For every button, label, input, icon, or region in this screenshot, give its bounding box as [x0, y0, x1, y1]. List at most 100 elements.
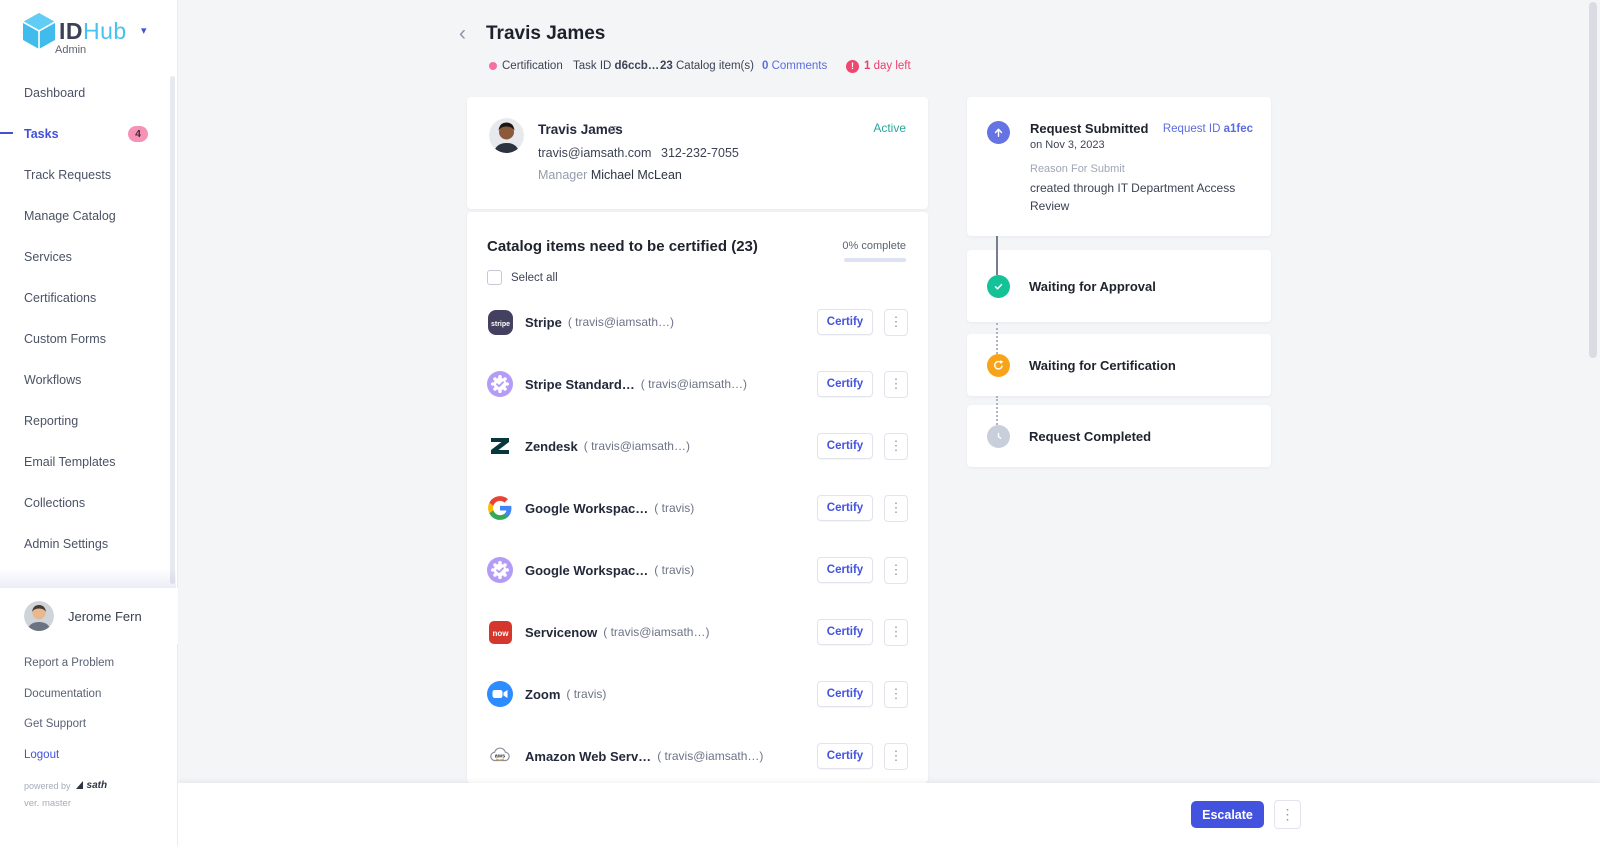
timeline-connector-dotted [996, 323, 998, 354]
sath-logo: sath [76, 780, 108, 791]
step-request-completed: Request Completed [967, 405, 1271, 467]
certify-button[interactable]: Certify [817, 309, 873, 335]
catalog-item-list: stripe Stripe ( travis@iamsath…) Certify… [467, 291, 928, 787]
user-department: IT [609, 125, 618, 136]
timeline-connector-dotted [996, 396, 998, 425]
catalog-row-stripe-entitlement: Stripe Standard… ( travis@iamsath…) Cert… [467, 353, 928, 415]
comments-link[interactable]: 0 Comments [762, 58, 827, 74]
row-kebab-menu[interactable]: ⋮ [884, 309, 908, 336]
catalog-row-zendesk: Zendesk ( travis@iamsath…) Certify ⋮ [467, 415, 928, 477]
request-submitted-icon [987, 121, 1010, 144]
google-icon [487, 495, 513, 521]
avatar [489, 118, 524, 153]
certify-button[interactable]: Certify [817, 495, 873, 521]
catalog-row-aws: aws Amazon Web Serv… ( travis@iamsath…) … [467, 725, 928, 787]
stripe-icon: stripe [487, 309, 513, 335]
entitlement-badge-icon [487, 371, 513, 397]
sidebar-item-collections[interactable]: Collections [0, 482, 178, 523]
row-kebab-menu[interactable]: ⋮ [884, 743, 908, 770]
certify-button[interactable]: Certify [817, 681, 873, 707]
active-item-indicator [0, 132, 13, 134]
due-date-badge: ! 1 day left [846, 58, 911, 74]
user-summary-card: Travis James IT travis@iamsath.com 312-2… [467, 97, 928, 209]
progress-label: 0% complete [842, 240, 906, 252]
sidebar-item-dashboard[interactable]: Dashboard [0, 72, 178, 113]
zoom-icon [487, 681, 513, 707]
sidebar: IDHub ▾ Admin Dashboard Tasks4 Track Req… [0, 0, 178, 846]
more-actions-kebab[interactable]: ⋮ [1274, 800, 1301, 829]
progress-bar [844, 258, 906, 262]
version-label: ver. master [24, 798, 71, 809]
task-type-tag: Certification [489, 58, 563, 74]
alert-icon: ! [846, 60, 859, 73]
sidebar-item-custom-forms[interactable]: Custom Forms [0, 318, 178, 359]
user-email: travis@iamsath.com [538, 146, 651, 160]
sidebar-item-certifications[interactable]: Certifications [0, 277, 178, 318]
step-date: on Nov 3, 2023 [1030, 139, 1105, 151]
certify-button[interactable]: Certify [817, 557, 873, 583]
select-all-checkbox[interactable] [487, 270, 502, 285]
certify-button[interactable]: Certify [817, 433, 873, 459]
sidebar-item-admin-settings[interactable]: Admin Settings [0, 523, 178, 564]
sidebar-item-services[interactable]: Services [0, 236, 178, 277]
svg-text:now: now [492, 629, 509, 638]
brand-subtitle: Admin [55, 44, 86, 56]
entitlement-badge-icon [487, 557, 513, 583]
row-kebab-menu[interactable]: ⋮ [884, 681, 908, 708]
zendesk-icon [487, 433, 513, 459]
sidebar-divider-shadow [0, 568, 176, 588]
catalog-row-stripe: stripe Stripe ( travis@iamsath…) Certify… [467, 291, 928, 353]
certify-button[interactable]: Certify [817, 743, 873, 769]
chevron-down-icon[interactable]: ▾ [141, 24, 147, 37]
request-id-link[interactable]: Request ID a1fec [1163, 123, 1253, 135]
step-waiting-for-certification: Waiting for Certification [967, 334, 1271, 396]
documentation-link[interactable]: Documentation [0, 679, 178, 710]
user-phone: 312-232-7055 [661, 146, 739, 160]
step-waiting-for-approval: Waiting for Approval [967, 250, 1271, 322]
page-scrollbar[interactable] [1589, 2, 1597, 358]
brand-name: IDHub [59, 18, 127, 45]
escalate-button[interactable]: Escalate [1191, 801, 1264, 828]
get-support-link[interactable]: Get Support [0, 709, 178, 740]
task-id: Task ID d6ccb… [573, 58, 659, 74]
user-manager: Manager Michael McLean [538, 168, 682, 182]
svg-text:stripe: stripe [490, 321, 509, 328]
certify-button[interactable]: Certify [817, 619, 873, 645]
reason-label: Reason For Submit [1030, 163, 1125, 175]
check-circle-icon [987, 275, 1010, 298]
row-kebab-menu[interactable]: ⋮ [884, 433, 908, 460]
select-all[interactable]: Select all [487, 270, 558, 285]
sidebar-item-track-requests[interactable]: Track Requests [0, 154, 178, 195]
reason-text: created through IT Department Access Rev… [1030, 179, 1245, 215]
sidebar-item-email-templates[interactable]: Email Templates [0, 441, 178, 482]
servicenow-icon: now [487, 619, 513, 645]
action-bar: Escalate ⋮ [178, 783, 1600, 846]
tasks-count-badge: 4 [128, 126, 148, 142]
certification-dot-icon [489, 62, 497, 70]
report-problem-link[interactable]: Report a Problem [0, 648, 178, 679]
timeline-connector [996, 236, 998, 275]
logout-link[interactable]: Logout [0, 740, 178, 771]
catalog-row-servicenow: now Servicenow ( travis@iamsath…) Certif… [467, 601, 928, 663]
current-user[interactable]: Jerome Fern [0, 588, 178, 644]
back-button[interactable]: ‹ [459, 24, 466, 44]
page-title: Travis James [486, 23, 605, 45]
request-submitted-card: Request Submitted on Nov 3, 2023 Request… [967, 97, 1271, 236]
catalog-row-zoom: Zoom ( travis) Certify ⋮ [467, 663, 928, 725]
refresh-circle-icon [987, 354, 1010, 377]
sidebar-item-manage-catalog[interactable]: Manage Catalog [0, 195, 178, 236]
row-kebab-menu[interactable]: ⋮ [884, 495, 908, 522]
catalog-row-google-entitlement: Google Workspac… ( travis) Certify ⋮ [467, 539, 928, 601]
row-kebab-menu[interactable]: ⋮ [884, 619, 908, 646]
sidebar-item-workflows[interactable]: Workflows [0, 359, 178, 400]
row-kebab-menu[interactable]: ⋮ [884, 371, 908, 398]
row-kebab-menu[interactable]: ⋮ [884, 557, 908, 584]
sidebar-item-reporting[interactable]: Reporting [0, 400, 178, 441]
certify-button[interactable]: Certify [817, 371, 873, 397]
catalog-title: Catalog items need to be certified (23) [487, 238, 758, 255]
sidebar-scrollbar[interactable] [170, 76, 175, 584]
sidebar-footer-links: Report a Problem Documentation Get Suppo… [0, 648, 178, 770]
status-badge: Active [873, 121, 906, 135]
clock-circle-icon [987, 425, 1010, 448]
sidebar-item-tasks[interactable]: Tasks4 [0, 113, 178, 154]
